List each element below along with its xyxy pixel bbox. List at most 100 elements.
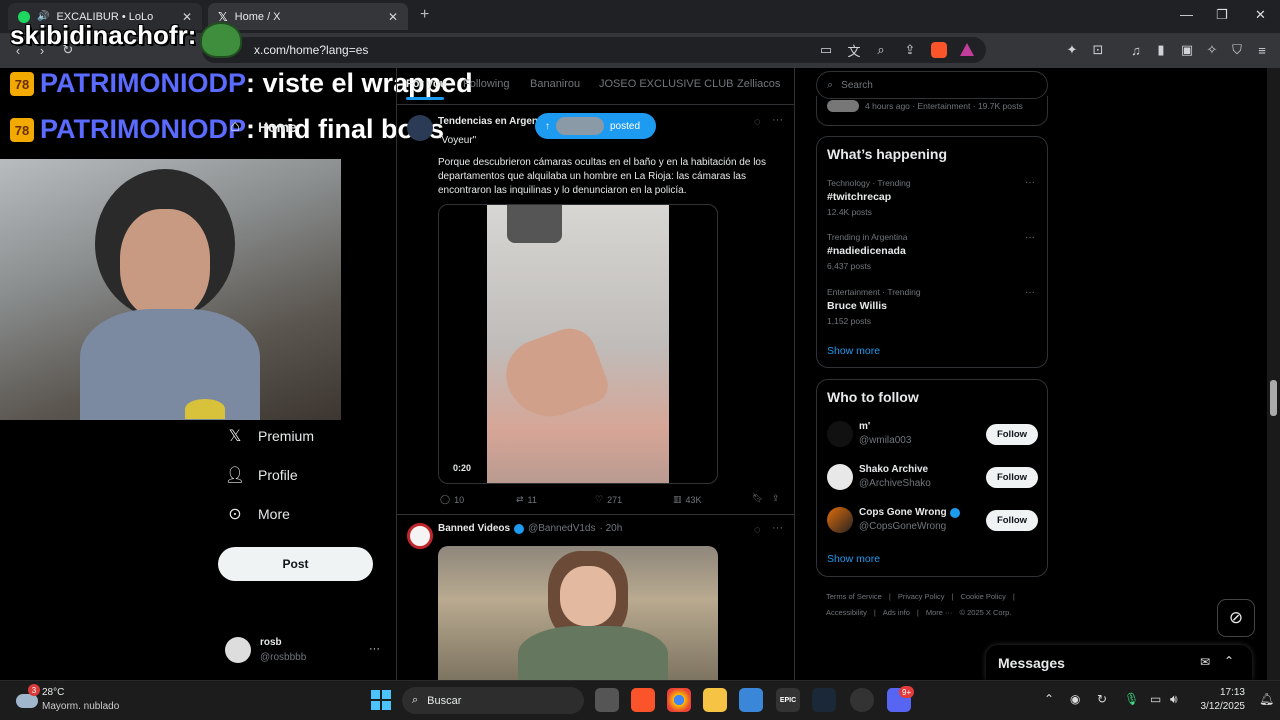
tweet-video[interactable]: 0:20 <box>438 204 718 484</box>
footer-link[interactable]: More ··· <box>926 607 953 619</box>
nav-profile[interactable]: 👤︎ Profile <box>225 466 298 484</box>
follow-button[interactable]: Follow <box>986 510 1038 531</box>
tab-x-home[interactable]: 𝕏 Home / X ✕ <box>208 3 408 30</box>
music-icon[interactable]: ♫ <box>1128 42 1144 58</box>
follow-button[interactable]: Follow <box>986 424 1038 445</box>
search-input[interactable]: ⌕ Search <box>816 71 1048 99</box>
bookmark-icon[interactable]: 🔖︎ <box>752 493 763 504</box>
footer-link[interactable]: Accessibility <box>826 607 867 619</box>
trend-menu-icon[interactable]: ··· <box>1025 177 1035 188</box>
clock-time[interactable]: 17:13 <box>1197 687 1245 698</box>
steam-icon[interactable] <box>812 688 836 712</box>
tweet-author[interactable]: Banned Videos <box>438 523 510 534</box>
account-name[interactable]: Cops Gone Wrong <box>859 507 947 518</box>
footer-link[interactable]: Cookie Policy <box>960 591 1005 603</box>
tweet-menu-icon[interactable]: ··· <box>772 114 783 126</box>
sync-icon[interactable]: ↻ <box>1097 692 1107 706</box>
mic-icon[interactable]: 🎙︎ <box>1124 692 1139 706</box>
restore-icon[interactable]: ❐ <box>1216 7 1228 23</box>
store-icon[interactable] <box>739 688 763 712</box>
account-menu-icon[interactable]: ··· <box>369 643 380 655</box>
scrollbar[interactable] <box>1267 68 1280 680</box>
zoom-icon[interactable]: ⌕ <box>873 42 889 58</box>
post-button[interactable]: Post <box>218 547 373 581</box>
views-button[interactable]: ▥ 43K <box>673 494 702 505</box>
brave-shield-icon[interactable] <box>931 42 947 58</box>
messages-drawer[interactable]: Messages ✉ ⌃ <box>986 645 1252 680</box>
tab-list[interactable]: Zelliacos <box>737 78 780 90</box>
nav-home[interactable]: ⌂ Home <box>226 118 297 136</box>
grok-icon[interactable]: ◌ <box>754 116 761 128</box>
new-tab-button[interactable]: + <box>420 6 429 24</box>
leo-ai-icon[interactable]: ✧ <box>1204 42 1220 58</box>
brave-rewards-icon[interactable] <box>960 43 974 56</box>
scrollbar-thumb[interactable] <box>1270 380 1277 416</box>
epic-games-icon[interactable]: EPIC <box>776 688 800 712</box>
weather-widget[interactable]: 3 <box>14 684 40 710</box>
share-icon[interactable]: ⇪ <box>772 493 780 504</box>
url-text: x.com/home?lang=es <box>254 43 369 57</box>
nav-premium[interactable]: 𝕏 Premium <box>226 427 314 445</box>
brave-icon[interactable] <box>631 688 655 712</box>
tweet-handle[interactable]: @BannedV1ds <box>528 523 595 534</box>
discord-tray-icon[interactable]: ◉ <box>1070 692 1080 706</box>
trend-item[interactable]: Technology · Trending #twitchrecap 12.4K… <box>827 178 911 217</box>
tweet-menu-icon[interactable]: ··· <box>772 522 783 534</box>
follow-button[interactable]: Follow <box>986 467 1038 488</box>
obs-icon[interactable] <box>850 688 874 712</box>
new-message-icon[interactable]: ✉ <box>1200 655 1210 669</box>
screenshot-icon[interactable]: ⊡ <box>1090 42 1106 58</box>
grok-button[interactable]: ⊘ <box>1217 599 1255 637</box>
expand-icon[interactable]: ⌃ <box>1224 654 1234 668</box>
grok-icon[interactable]: ◌ <box>754 524 761 536</box>
show-more-link[interactable]: Show more <box>827 553 880 565</box>
tab-list[interactable]: JOSEO EXCLUSIVE CLUB <box>599 78 734 90</box>
account-name[interactable]: m' <box>859 421 870 432</box>
footer-link[interactable]: Terms of Service <box>826 591 882 603</box>
windows-start-icon[interactable] <box>369 688 393 712</box>
tweet-author[interactable]: Tendencias en Argen <box>438 116 538 127</box>
show-more-link[interactable]: Show more <box>827 345 880 357</box>
translate-icon[interactable]: 文 <box>846 42 862 59</box>
extensions-icon[interactable]: ✦ <box>1064 42 1080 58</box>
chrome-icon[interactable] <box>667 688 691 712</box>
sidebar-icon[interactable]: ▮ <box>1153 42 1169 58</box>
close-window-icon[interactable]: ✕ <box>1255 7 1266 23</box>
avatars-stack <box>556 117 604 135</box>
tab-list[interactable]: Bananirou <box>530 78 580 90</box>
repost-button[interactable]: ⇄ 11 <box>516 494 537 505</box>
trend-category: Trending in Argentina <box>827 232 908 242</box>
posted-pill[interactable]: ↑ posted <box>535 113 656 139</box>
cast-icon[interactable]: ▭ <box>818 42 834 58</box>
minimize-icon[interactable]: — <box>1180 7 1193 22</box>
wallet-icon[interactable]: ▣ <box>1179 42 1195 58</box>
tweet-image[interactable] <box>438 546 718 680</box>
notifications-icon[interactable]: 🔔︎ <box>1259 692 1274 706</box>
network-icon[interactable]: ▭ <box>1150 692 1161 706</box>
video-duration: 0:20 <box>447 462 478 474</box>
menu-icon[interactable]: ≡ <box>1254 42 1270 58</box>
footer-link[interactable]: Privacy Policy <box>898 591 945 603</box>
task-view-icon[interactable] <box>595 688 619 712</box>
clock-date[interactable]: 3/12/2025 <box>1193 701 1246 712</box>
file-explorer-icon[interactable] <box>703 688 727 712</box>
trend-item[interactable]: Trending in Argentina #nadiedicenada 6,4… <box>827 232 908 271</box>
trend-menu-icon[interactable]: ··· <box>1025 232 1035 243</box>
share-icon[interactable]: ⇪ <box>902 42 918 58</box>
volume-icon[interactable]: 🔊︎ <box>1170 692 1178 707</box>
tray-expand-icon[interactable]: ⌃ <box>1044 692 1054 706</box>
tab-following[interactable]: Following <box>463 78 509 90</box>
address-bar[interactable]: x.com/home?lang=es <box>202 37 986 63</box>
tab-for-you[interactable]: For you <box>406 78 446 90</box>
footer-link[interactable]: Ads info <box>883 607 910 619</box>
account-name[interactable]: Shako Archive <box>859 464 928 475</box>
nav-more[interactable]: ⊙ More <box>226 505 290 523</box>
close-tab-icon[interactable]: ✕ <box>388 10 398 24</box>
footer-sep: | <box>888 592 891 601</box>
like-button[interactable]: ♡ 271 <box>595 494 622 505</box>
vpn-icon[interactable]: ⛉ <box>1229 42 1245 58</box>
trend-item[interactable]: Entertainment · Trending Bruce Willis 1,… <box>827 287 921 326</box>
reply-button[interactable]: ◯ 10 <box>440 494 464 505</box>
taskbar-search[interactable]: ⌕ Buscar <box>402 687 584 714</box>
trend-menu-icon[interactable]: ··· <box>1025 287 1035 298</box>
